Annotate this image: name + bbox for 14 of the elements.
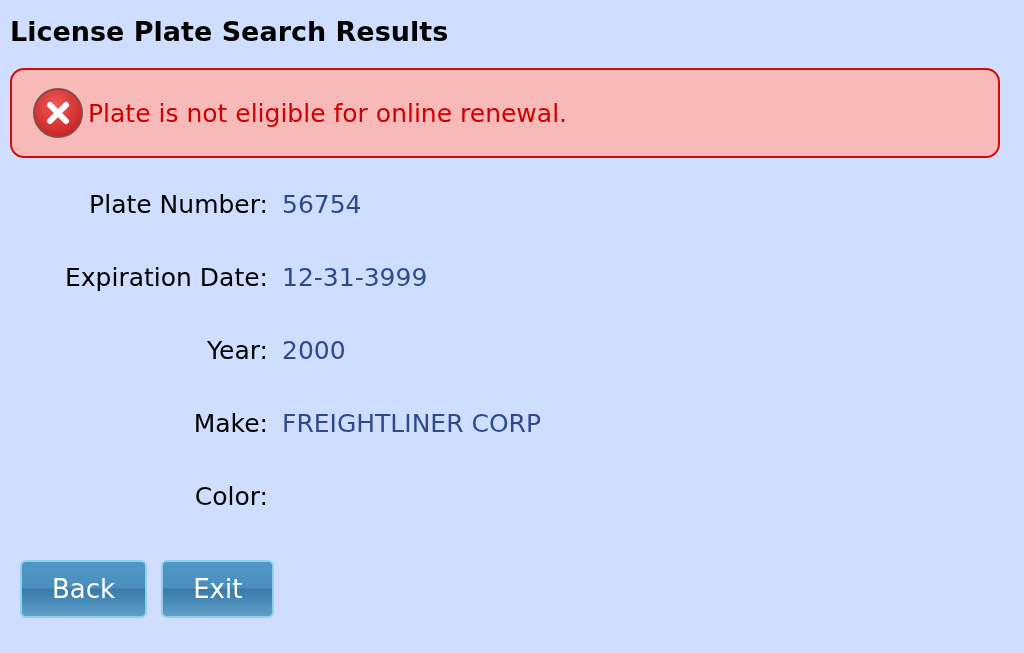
alert-message: Plate is not eligible for online renewal.	[88, 98, 568, 128]
field-value: FREIGHTLINER CORP	[282, 408, 543, 440]
page-title: License Plate Search Results	[10, 15, 450, 49]
error-icon	[32, 87, 84, 139]
exit-button[interactable]: Exit	[161, 560, 275, 618]
field-label: Expiration Date:	[64, 262, 268, 294]
field-label: Color:	[193, 481, 268, 513]
field-value: 2000	[282, 335, 347, 367]
field-value: 56754	[282, 189, 363, 221]
back-button[interactable]: Back	[20, 560, 148, 618]
field-label: Plate Number:	[88, 189, 268, 221]
field-label: Year:	[206, 335, 268, 367]
field-label: Make:	[192, 408, 268, 440]
field-value: 12-31-3999	[282, 262, 429, 294]
